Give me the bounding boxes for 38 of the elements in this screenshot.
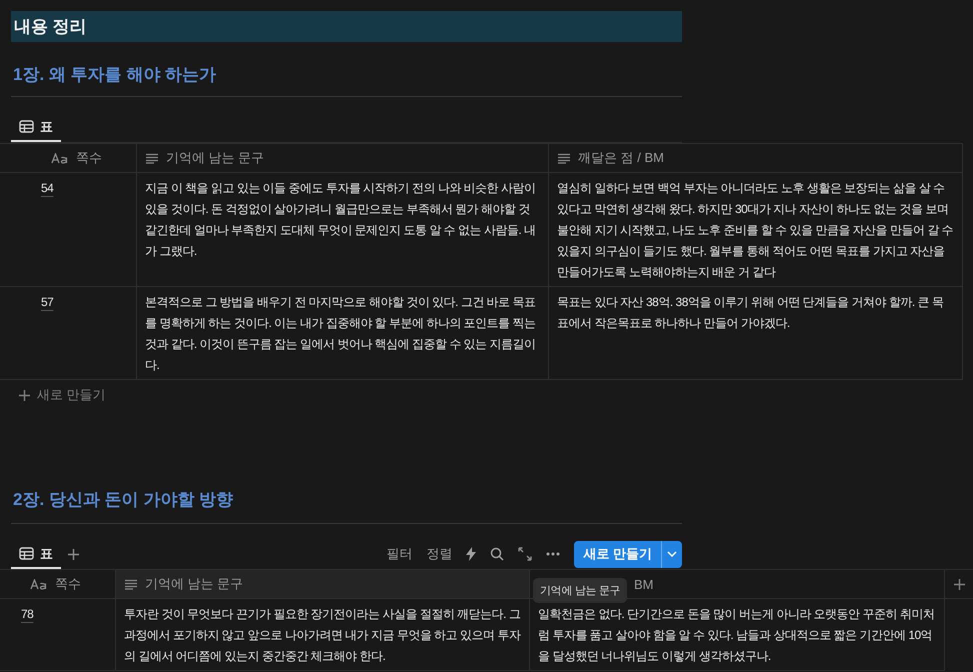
insight-text: 목표는 있다 자산 38억. 38억을 이루기 위해 어떤 단계들을 거쳐야 할까. 큰 목표에서 작은목표로 하나하나 만들어 가야겠다. [557, 295, 944, 330]
plus-icon[interactable] [18, 388, 31, 402]
filter-button[interactable]: 필터 [386, 545, 412, 563]
page-number[interactable]: 54 [41, 181, 54, 195]
tooltip: 기억에 남는 문구 [533, 578, 628, 603]
quote-text: 지금 이 책을 읽고 있는 이들 중에도 투자를 시작하기 전의 나와 비슷한 사람이 있을 것이다. 돈 걱정없이 살아가려니 월급만으로는 부족해서 뭔가 해야할 것 같긴한데 얼마나 부족한지 도대체 무엇이 문제인지 도통 알 수 없는 사람들. 내가 그랬다. [145, 181, 536, 258]
insight-text: 열심히 일하다 보면 백억 부자는 아니더라도 노후 생활은 보장되는 삶을 살 수 있다고 막연히 생각해 왔다. 하지만 30대가 지나 자산이 하나도 없는 것을 보며 불안해 지기 시작했고, 나도 노후 준비를 할 수 있을 만큼을 자산을 만들어 갈 수 있을지 의구심이 들기도 했다. 월부를 통해 적어도 어떤 목표를 가지고 자산을 만들어가도록 노력해야하는지 배운 거 같다 [557, 181, 954, 279]
text-lines-icon [124, 578, 138, 590]
section-heading: 1장. 왜 투자를 해야 하는가 [11, 42, 682, 97]
text-lines-icon [557, 152, 571, 164]
new-row-button[interactable]: 새로 만들기 [0, 380, 973, 410]
table-icon [19, 547, 34, 560]
search-icon[interactable] [490, 547, 504, 561]
view-tab[interactable]: 표 [11, 113, 61, 142]
more-icon[interactable] [546, 552, 560, 556]
insight-text: 일확천금은 없다. 단기간으로 돈을 많이 버는게 아니라 오랫동안 꾸준히 취미처럼 투자를 품고 살아야 함을 알 수 있다. 남들과 상대적으로 짧은 기간안에 10억을 달성했던 너나위님도 이렇게 생각하셨구나. [538, 607, 934, 663]
chevron-down-icon[interactable] [667, 551, 677, 557]
title-property-icon [51, 152, 69, 164]
quote-text: 본격적으로 그 방법을 배우기 전 마지막으로 해야할 것이 있다. 그건 바로 목표를 명확하게 하는 것이다. 이는 내가 집중해야 할 부분에 하나의 포인트를 찍는 것과 같다. 이것이 뜬구름 잡는 일에서 벗어나 핵심에 집중할 수 있는 지름길이다. [145, 295, 536, 372]
page-number[interactable]: 57 [41, 295, 54, 309]
column-header[interactable]: 기억에 남는 문구 [136, 143, 548, 173]
page-title: 내용 정리 [11, 11, 682, 42]
table-icon [19, 120, 34, 133]
section-heading: 2장. 당신과 돈이 가야할 방향 [11, 469, 682, 524]
plus-icon[interactable] [67, 548, 80, 560]
text-lines-icon [145, 152, 159, 164]
plus-icon[interactable] [952, 578, 966, 590]
sort-button[interactable]: 정렬 [426, 545, 452, 563]
lightning-icon[interactable] [466, 547, 476, 561]
column-header[interactable]: 쪽수 [0, 569, 115, 599]
expand-icon[interactable] [518, 547, 532, 561]
quote-text: 투자란 것이 무엇보다 끈기가 필요한 장기전이라는 사실을 절절히 깨닫는다. 그 과정에서 포기하지 않고 앞으로 나아가려면 내가 지금 무엇을 하고 있으며 투자의 길에서 어디쯤에 있는지 중간중간 체크해야 한다. [124, 607, 520, 663]
view-tab[interactable]: 표 [11, 540, 61, 569]
column-header[interactable]: 쪽수 [0, 143, 136, 173]
column-header[interactable]: 깨달은 점 / BM [548, 143, 963, 173]
title-property-icon [30, 578, 48, 590]
page-number[interactable]: 78 [21, 607, 34, 621]
column-header[interactable]: 기억에 남는 문구 [115, 569, 529, 599]
